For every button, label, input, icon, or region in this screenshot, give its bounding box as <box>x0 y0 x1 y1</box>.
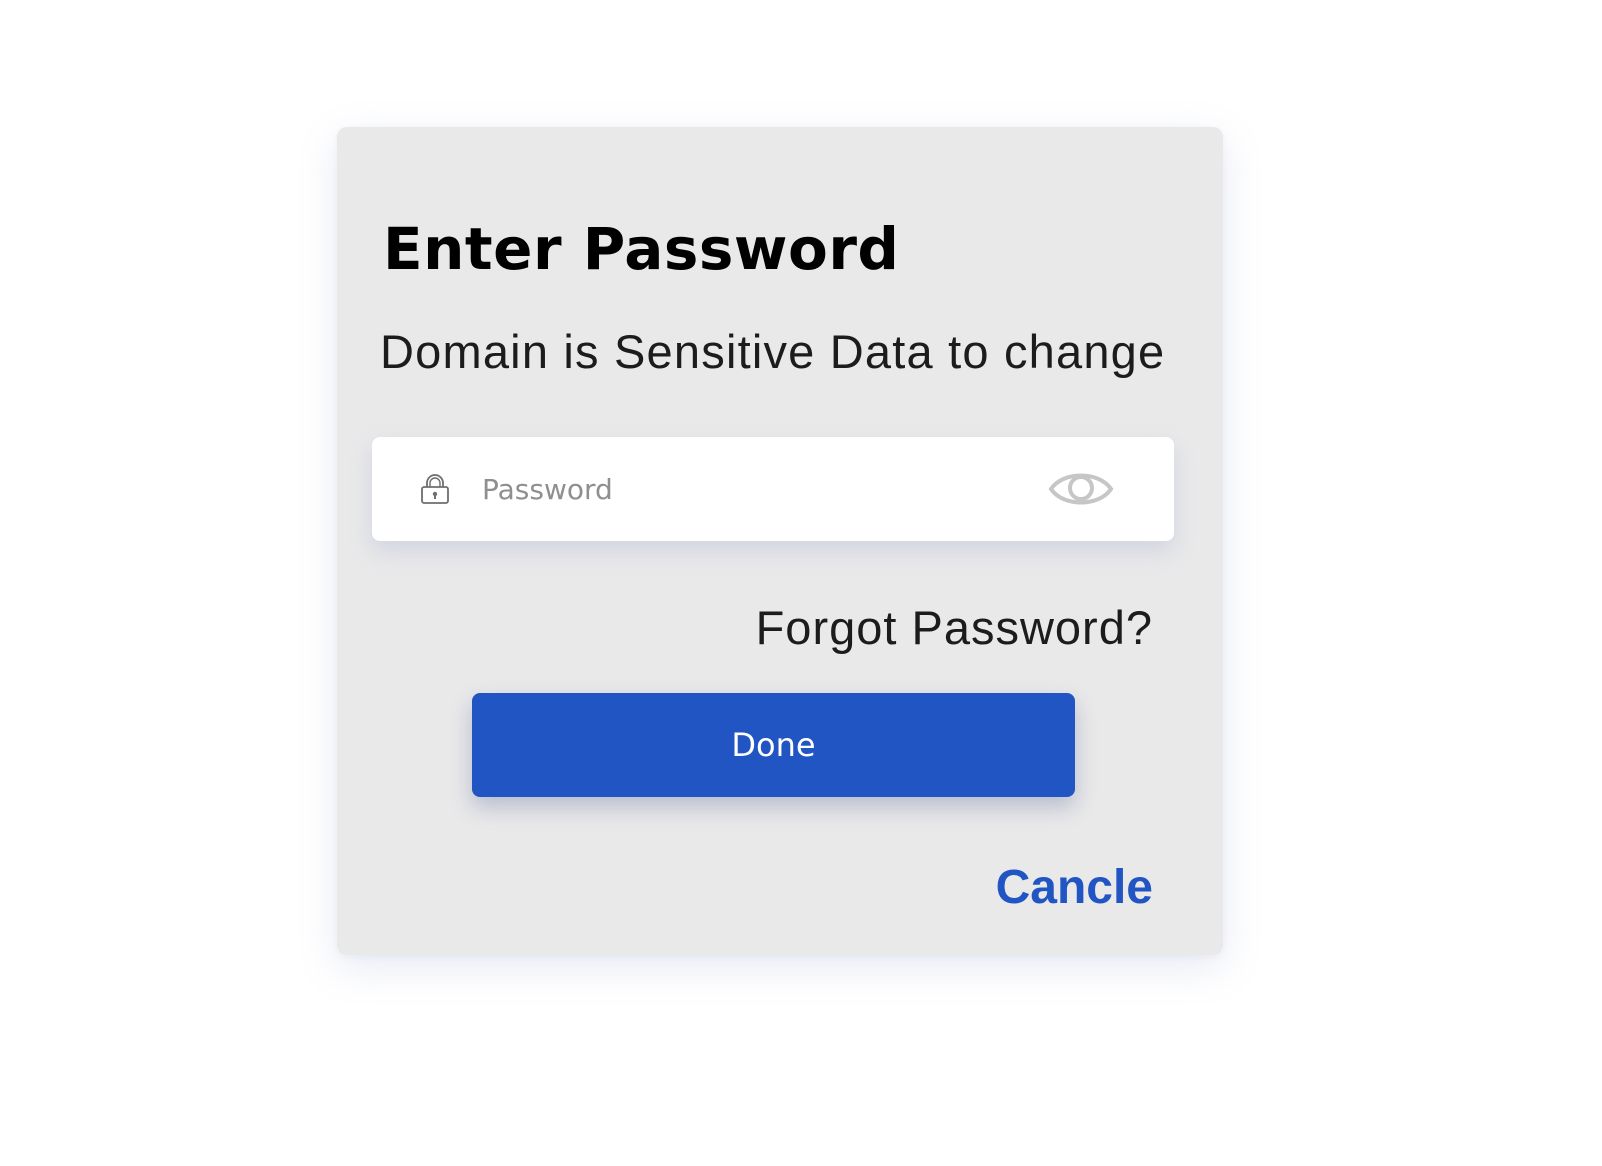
dialog-subtitle: Domain is Sensitive Data to change <box>380 325 1166 378</box>
password-input[interactable] <box>482 461 1002 517</box>
forgot-password-link[interactable]: Forgot Password? <box>756 597 1153 659</box>
password-dialog: Enter Password Domain is Sensitive Data … <box>337 127 1223 955</box>
eye-icon[interactable] <box>1048 467 1114 511</box>
dialog-title: Enter Password <box>383 215 900 283</box>
lock-icon <box>420 473 450 505</box>
done-button[interactable]: Done <box>472 693 1075 797</box>
cancel-link[interactable]: Cancle <box>996 857 1153 919</box>
password-field[interactable] <box>372 437 1174 541</box>
